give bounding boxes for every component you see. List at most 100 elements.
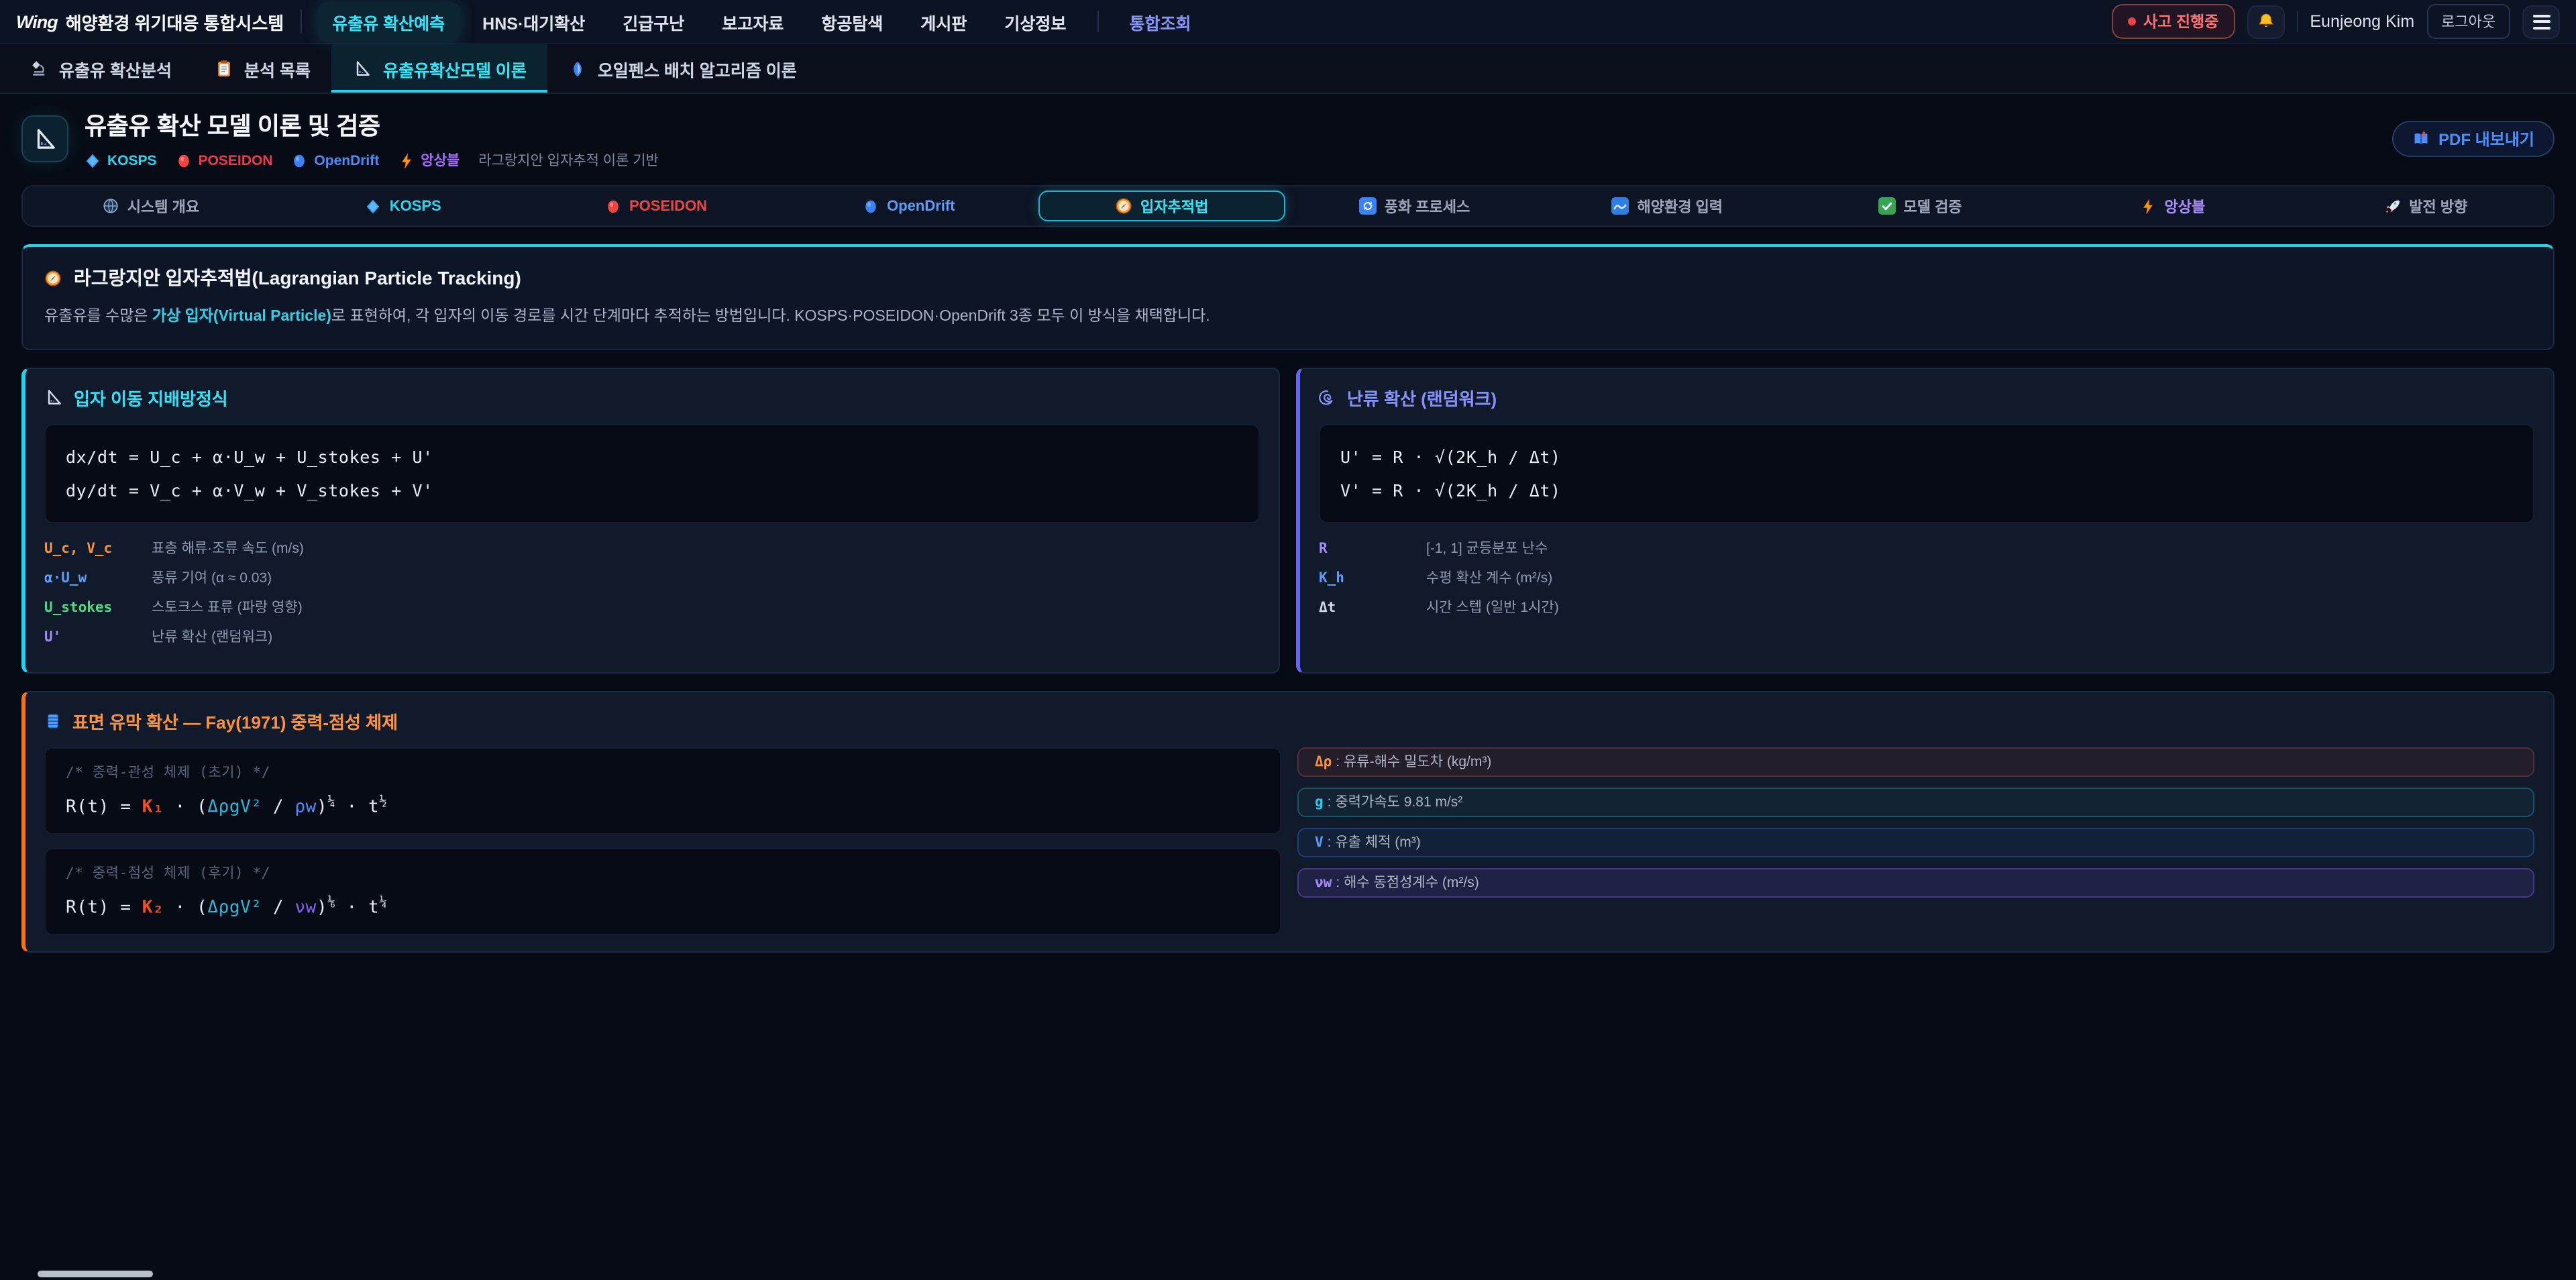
user-name: Eunjeong Kim bbox=[2310, 12, 2414, 31]
barrel-icon bbox=[44, 712, 62, 730]
legend-term: U_stokes bbox=[44, 600, 152, 616]
incident-status-label: 사고 진행중 bbox=[2143, 11, 2218, 32]
cycle-icon bbox=[1359, 197, 1377, 215]
pdf-export-button[interactable]: PDF 내보내기 bbox=[2392, 121, 2555, 157]
blue-circle-icon bbox=[291, 152, 307, 168]
page-header: 유출유 확산 모델 이론 및 검증 KOSPSPOSEIDONOpenDrift… bbox=[0, 94, 2576, 178]
sub-tab[interactable]: 분석 목록 bbox=[193, 44, 332, 93]
legend-desc: 풍류 기여 (α ≈ 0.03) bbox=[152, 568, 272, 588]
formula-part: ⅙ bbox=[327, 895, 335, 910]
legend-term: R bbox=[1319, 541, 1426, 557]
formula-line: R(t) = K₂ · (ΔρgV² / νw)⅙ · t¼ bbox=[66, 895, 1260, 918]
variable-term: Δρ bbox=[1315, 754, 1332, 770]
logout-button[interactable]: 로그아웃 bbox=[2426, 4, 2510, 39]
section-tab-item[interactable]: OpenDrift bbox=[785, 191, 1032, 221]
nav-item[interactable]: 보고자료 bbox=[707, 2, 798, 41]
incident-status-badge[interactable]: 사고 진행중 bbox=[2111, 4, 2235, 39]
nav-item[interactable]: 항공탐색 bbox=[806, 2, 898, 41]
variable-chip: νw : 해수 동점성계수 (m²/s) bbox=[1297, 868, 2534, 898]
hamburger-menu-icon bbox=[2532, 14, 2550, 29]
section-tab-item[interactable]: 발전 방향 bbox=[2302, 191, 2549, 221]
model-badge-label: POSEIDON bbox=[199, 152, 273, 168]
formula-part: R(t) = bbox=[66, 797, 142, 817]
hamburger-menu-button[interactable] bbox=[2522, 5, 2560, 38]
panel-title-row: 난류 확산 (랜덤워크) bbox=[1319, 385, 2534, 411]
section-tab-item[interactable]: 시스템 개요 bbox=[27, 191, 274, 221]
legend-row: Δt시간 스텝 (일반 1시간) bbox=[1319, 597, 2534, 617]
formula-part: · t bbox=[335, 797, 379, 817]
banner-highlight: 가상 입자(Virtual Particle) bbox=[152, 309, 331, 325]
nav-item[interactable]: 긴급구난 bbox=[608, 2, 699, 41]
red-circle-icon bbox=[605, 198, 621, 214]
variable-desc: : 유류-해수 밀도차 (kg/m³) bbox=[1336, 752, 1491, 772]
legend-row: α·U_w풍류 기여 (α ≈ 0.03) bbox=[44, 568, 1260, 588]
sub-tab[interactable]: 유출유 확산분석 bbox=[8, 44, 193, 93]
banner-title: 라그랑지안 입자추적법(Lagrangian Particle Tracking… bbox=[74, 264, 521, 291]
legend-term: Δt bbox=[1319, 600, 1426, 616]
lagrangian-banner: 라그랑지안 입자추적법(Lagrangian Particle Tracking… bbox=[21, 244, 2555, 350]
section-tab-label: 풍화 프로세스 bbox=[1385, 195, 1470, 217]
formula-part: R(t) = bbox=[66, 898, 142, 918]
red-circle-icon bbox=[176, 152, 192, 168]
section-tab-item[interactable]: 해양환경 입력 bbox=[1544, 191, 1791, 221]
section-tab-item[interactable]: 풍화 프로세스 bbox=[1291, 191, 1538, 221]
model-badge: OpenDrift bbox=[291, 152, 379, 168]
horizontal-scrollbar-thumb[interactable] bbox=[38, 1271, 153, 1277]
nav-item[interactable]: HNS·대기확산 bbox=[468, 2, 600, 41]
book-export-icon bbox=[2412, 130, 2429, 148]
formula-part: / bbox=[262, 797, 295, 817]
section-tab-label: KOSPS bbox=[390, 198, 441, 214]
section-tab-bar: 시스템 개요 KOSPS POSEIDON OpenDrift 입자추적법 풍화 프로세스… bbox=[21, 185, 2555, 227]
fay-formula-block: /* 중력-관성 체제 (초기) */R(t) = K₁ · (ΔρgV² / … bbox=[44, 747, 1281, 835]
triangle-ruler-icon bbox=[44, 388, 63, 407]
nav-item[interactable]: 유출유 확산예측 bbox=[317, 2, 460, 41]
page-title: 유출유 확산 모델 이론 및 검증 bbox=[85, 107, 659, 142]
equation-line: V' = R · √(2K_h / Δt) bbox=[1340, 474, 2513, 507]
legend-term: U_c, V_c bbox=[44, 541, 152, 557]
sub-tab[interactable]: 유출유확산모델 이론 bbox=[332, 44, 548, 93]
sub-tab[interactable]: 오일펜스 배치 알고리즘 이론 bbox=[548, 44, 818, 93]
legend-desc: 표층 해류·조류 속도 (m/s) bbox=[152, 538, 304, 558]
compass-icon bbox=[1115, 197, 1132, 215]
formula-part: · ( bbox=[164, 898, 207, 918]
section-tab-label: 발전 방향 bbox=[2409, 195, 2467, 217]
governing-equation-code: dx/dt = U_c + α·U_w + U_stokes + U'dy/dt… bbox=[44, 424, 1260, 523]
section-tab-label: OpenDrift bbox=[887, 198, 955, 214]
lightning-icon bbox=[398, 152, 414, 168]
formula-part: ½ bbox=[379, 794, 387, 809]
governing-equation-panel: 입자 이동 지배방정식 dx/dt = U_c + α·U_w + U_stok… bbox=[21, 368, 1280, 674]
brand-logo[interactable]: Wing 해양환경 위기대응 통합시스템 bbox=[16, 9, 284, 34]
fay-spreading-panel: 표면 유막 확산 — Fay(1971) 중력-점성 체제 /* 중력-관성 체… bbox=[21, 691, 2555, 953]
legend-desc: 수평 확산 계수 (m²/s) bbox=[1426, 568, 1552, 588]
variable-chip: g : 중력가속도 9.81 m/s² bbox=[1297, 788, 2534, 817]
section-tab-label: 모델 검증 bbox=[1904, 195, 1962, 217]
section-tab-label: 앙상블 bbox=[2165, 195, 2206, 217]
model-badge-row: KOSPSPOSEIDONOpenDrift앙상블라그랑지안 입자추적 이론 기… bbox=[85, 150, 659, 170]
nav-divider bbox=[1097, 11, 1098, 32]
pdf-export-label: PDF 내보내기 bbox=[2438, 127, 2534, 150]
section-tab-item[interactable]: 모델 검증 bbox=[1796, 191, 2044, 221]
variable-term: V bbox=[1315, 835, 1324, 851]
bell-icon bbox=[2256, 12, 2275, 31]
triangle-ruler-icon bbox=[354, 59, 372, 78]
variable-desc: : 유출 체적 (m³) bbox=[1328, 833, 1421, 853]
notifications-button[interactable] bbox=[2247, 5, 2284, 38]
section-tab-item[interactable]: KOSPS bbox=[280, 191, 527, 221]
nav-item[interactable]: 기상정보 bbox=[989, 2, 1081, 41]
equation-line: dy/dt = V_c + α·V_w + V_stokes + V' bbox=[66, 474, 1238, 507]
turbulence-equation-code: U' = R · √(2K_h / Δt)V' = R · √(2K_h / Δ… bbox=[1319, 424, 2534, 523]
wave-icon bbox=[1612, 197, 1629, 215]
brand-mark: Wing bbox=[16, 11, 58, 32]
nav-item[interactable]: 게시판 bbox=[906, 2, 981, 41]
nav-item[interactable]: 통합조회 bbox=[1114, 2, 1205, 41]
section-tab-item[interactable]: POSEIDON bbox=[533, 191, 780, 221]
sub-tab-label: 유출유 확산분석 bbox=[59, 56, 172, 81]
section-tab-active[interactable]: 입자추적법 bbox=[1038, 191, 1285, 221]
diamond-icon bbox=[366, 198, 382, 214]
section-tab-item[interactable]: 앙상블 bbox=[2049, 191, 2297, 221]
oilfence-shield-icon bbox=[570, 60, 587, 77]
clipboard-icon bbox=[215, 59, 233, 78]
rocket-icon bbox=[2383, 197, 2401, 215]
fay-formula-blocks: /* 중력-관성 체제 (초기) */R(t) = K₁ · (ΔρgV² / … bbox=[44, 747, 1281, 936]
compass-icon bbox=[44, 269, 62, 286]
